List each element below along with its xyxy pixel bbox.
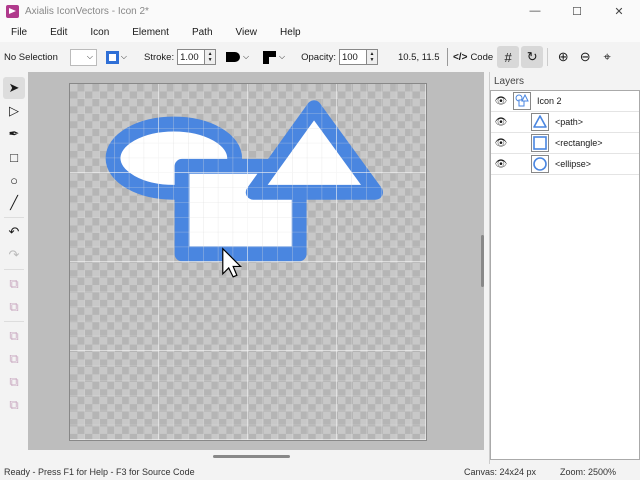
menu-view[interactable]: View	[236, 27, 258, 38]
subtract-icon[interactable]: ⧉	[3, 296, 25, 318]
intersect-icon[interactable]: ⧉	[3, 325, 25, 347]
zoom-out-icon[interactable]: ⊖	[574, 46, 596, 68]
layer-label: <path>	[555, 117, 584, 127]
stroke-color-dropdown[interactable]: ⌵	[105, 49, 130, 66]
fill-dropdown[interactable]: ⌵	[70, 48, 97, 66]
horizontal-scrollbar[interactable]	[213, 455, 290, 458]
select-tool-icon[interactable]: ➤	[3, 77, 25, 99]
exclude-icon[interactable]: ⧉	[3, 348, 25, 370]
icon-drawing[interactable]	[70, 84, 426, 440]
redo-icon[interactable]: ↷	[3, 244, 25, 266]
artboard[interactable]	[69, 83, 427, 441]
layer-label: Icon 2	[537, 96, 562, 106]
ellipse-tool-icon[interactable]: ○	[3, 169, 25, 191]
status-text: Ready - Press F1 for Help - F3 for Sourc…	[4, 467, 195, 477]
toolbar: No Selection ⌵ ⌵ Stroke: 1.00 ▲ ▼ ⌵ ⌵ Opa…	[0, 44, 640, 70]
close-button[interactable]: ✕	[598, 0, 640, 22]
menu-edit[interactable]: Edit	[50, 27, 67, 38]
union-icon[interactable]: ⧉	[3, 273, 25, 295]
direct-select-tool-icon[interactable]: ▷	[3, 100, 25, 122]
fit-canvas-icon[interactable]: ⌖	[596, 46, 618, 68]
line-tool-icon[interactable]: ╱	[3, 192, 25, 214]
grid-toggle-icon[interactable]: #	[497, 46, 520, 68]
stroke-input[interactable]: 1.00	[177, 49, 206, 65]
title-bar: Axialis IconVectors - Icon 2* — ☐ ✕	[0, 0, 640, 22]
layer-label: <ellipse>	[555, 159, 592, 169]
opacity-spinner[interactable]: ▲ ▼	[366, 49, 378, 65]
canvas-area[interactable]	[28, 72, 484, 450]
menu-help[interactable]: Help	[280, 27, 301, 38]
layers-list: 👁 Icon 2 👁 <path> 👁 <rectangle> 👁 <ellip…	[490, 90, 640, 460]
canvas-size: Canvas: 24x24 px	[464, 467, 537, 477]
menu-file[interactable]: File	[11, 27, 27, 38]
window-title: Axialis IconVectors - Icon 2*	[25, 5, 149, 17]
opacity-input[interactable]: 100	[338, 49, 367, 65]
undo-icon[interactable]: ↶	[3, 221, 25, 243]
triangle-thumbnail-icon	[531, 113, 549, 131]
stroke-spinner[interactable]: ▲ ▼	[205, 49, 217, 65]
layer-row-rectangle[interactable]: 👁 <rectangle>	[491, 133, 639, 154]
rectangle-tool-icon[interactable]: □	[3, 146, 25, 168]
divide-icon[interactable]: ⧉	[3, 371, 25, 393]
layer-row-path[interactable]: 👁 <path>	[491, 112, 639, 133]
merge-icon[interactable]: ⧉	[3, 394, 25, 416]
visibility-eye-icon[interactable]: 👁	[491, 117, 511, 128]
menu-path[interactable]: Path	[192, 27, 213, 38]
line-join-dropdown[interactable]: ⌵	[260, 49, 288, 66]
pen-tool-icon[interactable]: ✒	[3, 123, 25, 145]
layer-row-ellipse[interactable]: 👁 <ellipse>	[491, 154, 639, 175]
line-cap-icon	[226, 52, 241, 62]
line-join-icon	[263, 50, 277, 64]
opacity-label: Opacity:	[301, 51, 336, 63]
code-button[interactable]: Code	[470, 52, 493, 63]
layers-panel: Layers 👁 Icon 2 👁 <path> 👁 <rectangle> 👁…	[489, 72, 640, 464]
rectangle-thumbnail-icon	[531, 134, 549, 152]
group-thumbnail-icon	[513, 92, 531, 110]
menu-element[interactable]: Element	[132, 27, 169, 38]
zoom-in-icon[interactable]: ⊕	[552, 46, 574, 68]
visibility-eye-icon[interactable]: 👁	[491, 159, 511, 170]
visibility-eye-icon[interactable]: 👁	[491, 96, 511, 107]
cursor-coords: 10.5, 11.5	[397, 51, 440, 63]
zoom-level: Zoom: 2500%	[560, 467, 617, 477]
app-icon	[6, 4, 19, 18]
menu-bar: File Edit Icon Element Path View Help	[0, 22, 640, 42]
minimize-button[interactable]: —	[514, 0, 556, 22]
layer-label: <rectangle>	[555, 138, 603, 148]
line-cap-dropdown[interactable]: ⌵	[224, 49, 252, 66]
layers-title: Layers	[494, 75, 525, 87]
snap-toggle-icon[interactable]: ↻	[521, 46, 544, 68]
menu-icon[interactable]: Icon	[90, 27, 109, 38]
layer-row-icon-2[interactable]: 👁 Icon 2	[491, 91, 639, 112]
visibility-eye-icon[interactable]: 👁	[491, 138, 511, 149]
status-bar: Ready - Press F1 for Help - F3 for Sourc…	[0, 464, 640, 480]
stroke-label: Stroke:	[144, 51, 175, 63]
selection-label: No Selection	[4, 51, 58, 63]
tools-panel: ➤ ▷ ✒ □ ○ ╱ ↶ ↷ ⧉ ⧉ ⧉ ⧉ ⧉ ⧉	[0, 76, 28, 446]
maximize-button[interactable]: ☐	[556, 0, 598, 22]
code-icon: </>	[452, 51, 468, 63]
vertical-scrollbar[interactable]	[481, 235, 484, 287]
ellipse-thumbnail-icon	[531, 155, 549, 173]
